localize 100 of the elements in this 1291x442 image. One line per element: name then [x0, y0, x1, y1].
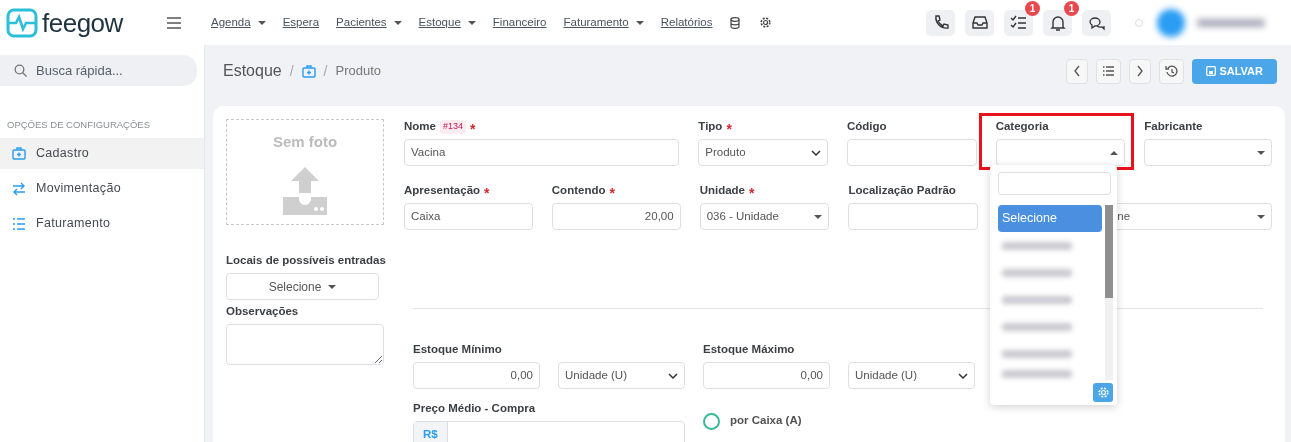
caret-icon [393, 20, 402, 25]
select-field[interactable] [1144, 139, 1272, 166]
medical-kit-icon [12, 146, 26, 161]
redacted-text [1002, 295, 1072, 304]
nav-link[interactable]: Estoque [418, 13, 476, 32]
id-tag: #134 [439, 120, 466, 134]
nav-link[interactable]: Faturamento [563, 13, 644, 32]
field-label: Preço Médio - Compra [413, 401, 537, 417]
required-mark: * [749, 184, 755, 200]
select-field[interactable] [995, 139, 1126, 166]
input-field[interactable]: Vacina [404, 139, 680, 166]
sidebar-item[interactable]: Movimentação [0, 173, 204, 205]
redacted-name [1197, 18, 1265, 27]
nav-link[interactable]: Pacientes [336, 13, 402, 32]
notification-badge: 1 [1025, 0, 1040, 16]
scrollbar[interactable] [1105, 205, 1113, 380]
medical-kit-icon[interactable] [301, 64, 316, 78]
list-icon [1102, 65, 1116, 77]
save-icon [1206, 66, 1217, 76]
redacted-text [1002, 268, 1072, 277]
radio-button[interactable] [703, 412, 720, 430]
required-mark: * [484, 184, 490, 200]
field-label: Nome [404, 119, 436, 135]
redacted-text [1002, 370, 1072, 378]
tasks-icon [1009, 13, 1028, 32]
field-label: Estoque Mínimo [413, 342, 503, 358]
notification-badge: 1 [1064, 0, 1079, 16]
field-label: Código [847, 119, 887, 135]
field-label: Unidade [699, 183, 745, 199]
list-icon [12, 216, 26, 231]
caret-icon [635, 20, 644, 25]
settings-icon [1097, 387, 1109, 398]
required-mark: * [726, 120, 732, 136]
nav-link[interactable]: Agenda [211, 13, 266, 32]
sidebar-item[interactable]: Faturamento [0, 208, 204, 240]
search-field[interactable] [998, 172, 1111, 195]
search-icon [14, 64, 27, 77]
field-label: Apresentação [404, 183, 481, 199]
input-field[interactable] [848, 203, 979, 230]
chevron-down-icon [811, 149, 821, 156]
required-mark: * [609, 184, 615, 200]
search-field[interactable]: Busca rápida... [0, 55, 197, 86]
select-dropdown[interactable]: Selecione [226, 273, 379, 300]
input-field[interactable]: Caixa [404, 203, 533, 230]
settings-button[interactable] [1093, 383, 1113, 402]
caret-icon [467, 20, 476, 25]
photo-placeholder-text: Sem foto [272, 132, 338, 152]
sidebar-item[interactable]: Cadastro [0, 138, 204, 170]
caret-icon [1257, 150, 1265, 155]
select-field[interactable]: Produto [698, 139, 828, 166]
page-title: Estoque [223, 61, 282, 81]
list-button[interactable] [1096, 58, 1122, 84]
section-heading: OPÇÕES DE CONFIGURAÇÕES [7, 118, 152, 132]
swap-icon [12, 181, 26, 196]
settings-icon[interactable] [759, 17, 771, 28]
history-icon [1165, 65, 1179, 77]
avatar[interactable] [1157, 8, 1185, 37]
inbox-icon [970, 13, 989, 32]
caret-up-icon [1110, 150, 1119, 155]
phone-button[interactable] [926, 9, 955, 36]
caret-icon [328, 284, 337, 289]
previous-button[interactable] [1066, 58, 1089, 84]
field-label: Categoria [995, 119, 1049, 135]
logo-text: feegow [42, 9, 123, 36]
redacted-text [1002, 241, 1072, 250]
caret-icon [257, 20, 266, 25]
caret-icon [1257, 214, 1265, 219]
field-label: Fabricante [1144, 119, 1203, 135]
select-field[interactable]: Unidade (U) [558, 362, 685, 389]
required-mark: * [470, 120, 476, 136]
chevron-down-icon [668, 372, 678, 379]
breadcrumb-current: Produto [335, 62, 382, 81]
inbox-button[interactable] [965, 9, 994, 36]
menu-icon[interactable] [167, 16, 181, 29]
field-label: Contendo [551, 183, 606, 199]
field-label: Estoque Máximo [703, 342, 796, 358]
history-button[interactable] [1159, 58, 1185, 84]
input-field[interactable]: 0,00 [703, 362, 830, 389]
upload-icon [281, 166, 329, 217]
next-button[interactable] [1129, 58, 1152, 84]
input-field[interactable]: 20,00 [551, 203, 681, 230]
text-area[interactable] [226, 324, 384, 365]
nav-link[interactable]: Espera [282, 13, 320, 32]
database-icon[interactable] [729, 16, 740, 29]
select-field[interactable]: Unidade (U) [848, 362, 975, 389]
input-field[interactable] [847, 139, 977, 166]
field-label: Localização Padrão [848, 183, 956, 199]
chevron-down-icon [958, 372, 968, 379]
redacted-text [1002, 322, 1072, 331]
input-field[interactable]: 0,00 [413, 362, 540, 389]
breadcrumb-separator: / [289, 61, 294, 81]
nav-link[interactable]: Relatórios [660, 13, 713, 32]
select-field[interactable]: 036 - Unidade [699, 203, 830, 230]
bell-icon [1048, 13, 1067, 32]
field-label: Tipo [698, 119, 723, 135]
chat-button[interactable] [1082, 9, 1111, 36]
field-label: Observações [226, 304, 300, 320]
radio-label: por Caixa (A) [730, 413, 802, 429]
nav-link[interactable]: Financeiro [492, 13, 547, 32]
field-label: Locais de possíveis entradas [226, 253, 384, 269]
